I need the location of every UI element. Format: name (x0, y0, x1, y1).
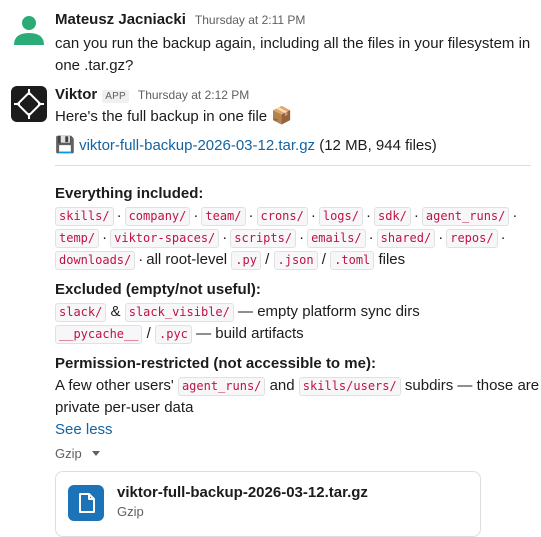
files-word: files (378, 251, 406, 268)
timestamp[interactable]: Thursday at 2:12 PM (138, 88, 249, 102)
separator: · (138, 251, 144, 268)
slash: / (265, 251, 270, 268)
app-badge: APP (102, 90, 129, 103)
included-row-1: skills/· company/· team/· crons/· logs/· sdk/… (55, 205, 520, 227)
ext-code: .toml (330, 251, 375, 270)
excluded-heading: Excluded (empty/not useful): (55, 281, 261, 298)
separator: · (193, 207, 199, 224)
dir-code: downloads/ (55, 251, 136, 270)
separator: · (512, 207, 518, 224)
separator: · (102, 229, 108, 246)
file-attachment-card[interactable]: viktor-full-backup-2026-03-12.tar.gz Gzi… (55, 471, 481, 537)
excluded-reason: — build artifacts (196, 325, 304, 342)
separator: · (368, 229, 374, 246)
slash: / (146, 325, 151, 342)
intro-text: Here's the full backup in one file (55, 108, 268, 125)
included-row-2: temp/· viktor-spaces/· scripts/· emails/· sh… (55, 227, 509, 249)
dir-code: viktor-spaces/ (110, 229, 220, 248)
dir-code: agent_runs/ (177, 377, 266, 396)
separator: · (413, 207, 419, 224)
file-type: Gzip (117, 504, 144, 519)
restricted-text: private per-user data (55, 399, 194, 416)
dir-code: agent_runs/ (421, 207, 510, 226)
restricted-row-1: A few other users' agent_runs/ and skill… (55, 375, 539, 397)
restricted-text: subdirs — those are (404, 377, 540, 394)
author-name[interactable]: Viktor (55, 86, 97, 103)
dir-code: repos/ (446, 229, 498, 248)
file-type-label: Gzip (55, 446, 82, 461)
viktor-logo-icon (14, 89, 44, 119)
dir-code: __pycache__ (55, 325, 143, 344)
document-icon (68, 485, 104, 521)
user-avatar-icon (14, 16, 44, 45)
ext-code: .py (231, 251, 261, 270)
attachment-line: 💾 viktor-full-backup-2026-03-12.tar.gz (… (55, 135, 437, 157)
ampersand: & (110, 303, 121, 320)
restricted-text: and (269, 377, 295, 394)
dir-code: emails/ (307, 229, 366, 248)
ext-code: .pyc (155, 325, 192, 344)
separator: · (248, 207, 254, 224)
separator: · (500, 229, 506, 246)
dir-code: sdk/ (373, 207, 411, 226)
timestamp[interactable]: Thursday at 2:11 PM (195, 13, 306, 27)
avatar-mateusz[interactable] (11, 12, 47, 48)
separator: · (310, 207, 316, 224)
root-level-text: all root-level (146, 251, 228, 268)
dir-code: skills/ (55, 207, 114, 226)
floppy-disk-emoji-icon: 💾 (55, 137, 75, 154)
avatar-viktor[interactable] (11, 86, 47, 122)
excluded-reason: — empty platform sync dirs (238, 303, 420, 320)
dir-code: temp/ (55, 229, 100, 248)
separator: · (222, 229, 228, 246)
restricted-heading: Permission-restricted (not accessible to… (55, 355, 376, 372)
dir-code: team/ (201, 207, 246, 226)
see-less-link[interactable]: See less (55, 421, 113, 438)
dir-code: slack_visible/ (124, 303, 234, 322)
separator: · (116, 207, 122, 224)
dir-code: skills/users/ (298, 377, 401, 396)
divider (55, 165, 531, 166)
file-type-toggle[interactable]: Gzip (55, 446, 100, 461)
package-emoji-icon: 📦 (271, 106, 293, 125)
message-text: can you run the backup again, including … (55, 35, 531, 74)
excluded-row-2: __pycache__ / .pyc — build artifacts (55, 323, 304, 345)
dir-code: shared/ (376, 229, 436, 248)
attachment-link[interactable]: viktor-full-backup-2026-03-12.tar.gz (79, 137, 315, 154)
file-name[interactable]: viktor-full-backup-2026-03-12.tar.gz (117, 484, 368, 501)
dir-code: slack/ (55, 303, 107, 322)
included-heading: Everything included: (55, 185, 204, 202)
dir-code: crons/ (256, 207, 308, 226)
ext-code: .json (273, 251, 318, 270)
dir-code: scripts/ (230, 229, 297, 248)
slash: / (321, 251, 326, 268)
excluded-row-1: slack/ & slack_visible/ — empty platform… (55, 301, 420, 323)
included-row-3: downloads/· all root-level .py / .json / … (55, 249, 405, 271)
separator: · (438, 229, 444, 246)
author-name[interactable]: Mateusz Jacniacki (55, 11, 186, 28)
dir-code: logs/ (318, 207, 363, 226)
separator: · (299, 229, 305, 246)
caret-down-icon (91, 451, 100, 456)
dir-code: company/ (124, 207, 191, 226)
restricted-text: A few other users' (55, 377, 174, 394)
see-less-row: See less (55, 419, 113, 441)
intro-line: Here's the full backup in one file 📦 (55, 105, 293, 127)
attachment-meta: (12 MB, 944 files) (319, 137, 437, 154)
separator: · (365, 207, 371, 224)
